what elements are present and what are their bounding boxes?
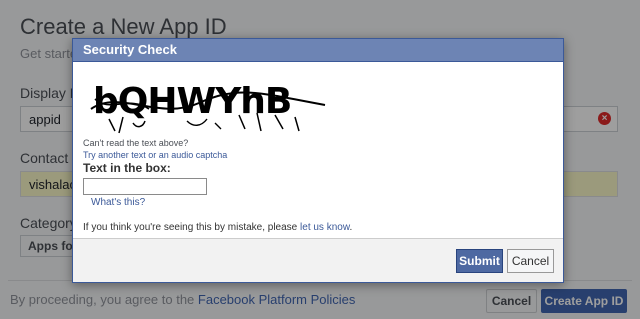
let-us-know-link[interactable]: let us know (300, 222, 349, 233)
captcha-alternatives: Try another text or an audio captcha (83, 150, 227, 160)
captcha-input[interactable] (83, 178, 207, 195)
dialog-footer: Submit Cancel (73, 238, 563, 282)
whats-this-link[interactable]: What's this? (91, 197, 145, 208)
captcha-graphic: bQHWYhB (90, 81, 326, 134)
audio-captcha-link[interactable]: an audio captcha (159, 150, 228, 160)
another-text-link[interactable]: another text (98, 150, 146, 160)
dialog-title: Security Check (73, 39, 563, 62)
mistake-text: If you think you're seeing this by mista… (83, 222, 301, 233)
submit-button[interactable]: Submit (456, 249, 503, 273)
try-prefix: Try (83, 150, 99, 160)
security-check-dialog: Security Check bQHWYhB Can't read the te… (72, 38, 564, 283)
text-in-box-label: Text in the box: (83, 161, 171, 175)
or-text: or (145, 150, 159, 160)
captcha-text: bQHWYhB (93, 81, 291, 122)
dialog-cancel-button[interactable]: Cancel (507, 249, 554, 273)
cant-read-text: Can't read the text above? (83, 138, 189, 148)
captcha-image: bQHWYhB (89, 69, 329, 140)
mistake-notice: If you think you're seeing this by mista… (83, 222, 352, 233)
mistake-end: . (349, 222, 353, 233)
